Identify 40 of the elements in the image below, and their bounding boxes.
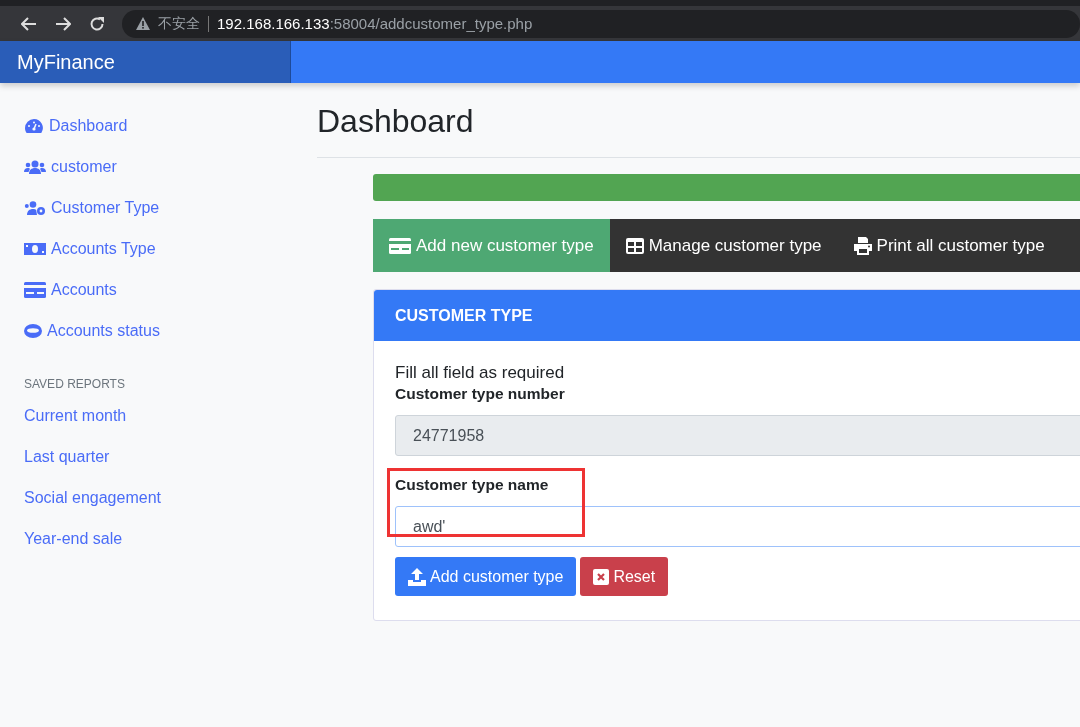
reset-button[interactable]: Reset (580, 557, 669, 596)
card-icon (24, 281, 46, 298)
page-title: Dashboard (317, 83, 1080, 158)
reload-icon[interactable] (89, 15, 105, 32)
close-icon (593, 568, 610, 585)
upload-icon (408, 567, 426, 586)
tab[interactable]: Manage customer type (609, 219, 838, 272)
sidebar-item[interactable]: customer (0, 150, 300, 191)
text-field[interactable]: awd' (395, 506, 1080, 547)
report-link[interactable]: Current month (0, 399, 300, 440)
field-label: Customer type number (395, 385, 566, 404)
sidebar-item[interactable]: Accounts (0, 273, 300, 314)
brand-logo[interactable]: MyFinance (0, 41, 291, 83)
card-header: CUSTOMER TYPE (374, 290, 1080, 341)
submit-button[interactable]: Add customer type (395, 557, 577, 596)
sidebar-item[interactable]: Accounts status (0, 314, 300, 355)
back-icon[interactable] (21, 16, 37, 31)
report-link[interactable]: Last quarter (0, 440, 300, 481)
tab[interactable]: Print all customer type (837, 219, 1061, 272)
warning-icon (136, 17, 150, 30)
users-icon (24, 158, 46, 175)
banknote-icon (24, 241, 46, 256)
security-label: 不安全 (158, 14, 200, 33)
tab[interactable]: Add new customer type (373, 219, 610, 272)
sidebar-item[interactable]: Customer Type (0, 191, 300, 232)
report-link[interactable]: Social engagement (0, 481, 300, 522)
forward-icon[interactable] (55, 16, 71, 31)
table-icon (625, 237, 644, 254)
sidebar-item[interactable]: Accounts Type (0, 232, 300, 273)
ring-icon (24, 323, 42, 338)
sidebar-item[interactable]: Dashboard (0, 109, 300, 150)
field-label: Customer type name (395, 476, 550, 495)
section-heading: SAVED REPORTS (24, 377, 126, 393)
users-gear-icon (24, 199, 46, 216)
report-link[interactable]: Year-end sale (0, 522, 300, 563)
gauge-icon (24, 117, 44, 134)
printer-icon (853, 236, 872, 255)
card-icon (389, 237, 411, 254)
address-url[interactable]: 192.168.166.133:58004/addcustomer_type.php (217, 15, 533, 32)
form-hint: Fill all field as required (395, 363, 566, 383)
